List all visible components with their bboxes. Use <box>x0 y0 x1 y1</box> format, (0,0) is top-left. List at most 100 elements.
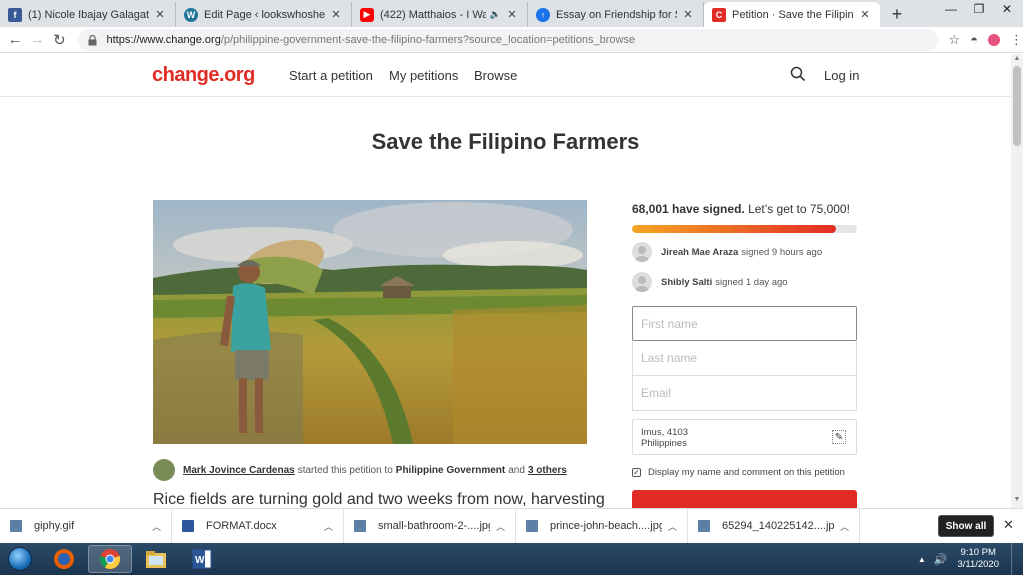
tab-wordpress[interactable]: W Edit Page ‹ lookswhoshere? — W ✕ <box>176 2 352 27</box>
download-item[interactable]: prince-john-beach....jpg ︿ <box>516 508 688 544</box>
sign-petition-button[interactable] <box>632 490 857 508</box>
toolbar-actions: ☆ ◓ ⋮ <box>948 32 1023 48</box>
new-tab-button[interactable]: + <box>886 3 908 25</box>
start-button[interactable] <box>0 543 40 575</box>
nav-start-petition[interactable]: Start a petition <box>289 68 373 83</box>
windows-orb-icon <box>8 547 32 571</box>
download-name: 65294_140225142....jpg <box>722 520 834 532</box>
restore-icon[interactable]: ❐ <box>965 0 993 18</box>
chevron-up-icon[interactable]: ︿ <box>324 520 333 533</box>
avatar <box>632 242 652 262</box>
close-icon[interactable]: ✕ <box>858 8 872 21</box>
facebook-icon: f <box>8 7 22 22</box>
clock-time: 9:10 PM <box>960 547 996 558</box>
petition-target: Philippine Government <box>395 464 506 476</box>
edit-pencil-icon[interactable]: ✎ <box>832 430 846 444</box>
petition-image <box>153 200 587 444</box>
clock-date: 3/11/2020 <box>957 559 999 570</box>
tab-petition[interactable]: C Petition · Save the Filipino Farme ✕ <box>704 2 880 27</box>
show-all-button[interactable]: Show all <box>938 515 994 537</box>
firefox-taskbar-button[interactable] <box>42 545 86 573</box>
close-icon[interactable]: ✕ <box>681 8 695 21</box>
page-scrollbar[interactable]: ▲ ▼ <box>1011 54 1023 508</box>
change-org-logo[interactable]: change.org <box>152 64 255 87</box>
email-field[interactable] <box>632 376 857 411</box>
chevron-up-icon[interactable]: ︿ <box>668 520 677 533</box>
signer-time: 1 day ago <box>745 276 788 288</box>
download-name: giphy.gif <box>34 520 75 532</box>
signer-action: signed <box>715 276 744 288</box>
url-path: /p/philippine-government-save-the-filipi… <box>220 33 636 46</box>
menu-icon[interactable]: ⋮ <box>1010 32 1023 48</box>
web-page: change.org Start a petition My petitions… <box>0 54 1011 508</box>
address-bar[interactable]: https://www.change.org/p/philippine-gove… <box>78 28 939 51</box>
back-icon[interactable]: ← <box>4 28 26 52</box>
clock[interactable]: 9:10 PM 3/11/2020 <box>957 547 999 571</box>
chevron-up-icon[interactable]: ︿ <box>840 520 849 533</box>
chevron-up-icon[interactable]: ︿ <box>152 520 161 533</box>
folder-icon <box>146 551 166 568</box>
forward-icon[interactable]: → <box>26 28 48 52</box>
chrome-taskbar-button[interactable] <box>88 545 132 573</box>
close-icon[interactable]: ✕ <box>153 8 167 21</box>
location-line2: Philippines <box>641 438 687 449</box>
tray-expand-icon[interactable]: ▲ <box>918 555 926 564</box>
upload-icon: ↑ <box>536 7 550 22</box>
display-checkbox[interactable]: ✓ <box>632 468 641 477</box>
display-name-option[interactable]: ✓ Display my name and comment on this pe… <box>632 467 857 478</box>
download-item[interactable]: small-bathroom-2-....jpg ︿ <box>344 508 516 544</box>
system-tray: ▲ 🔊 9:10 PM 3/11/2020 <box>918 543 1023 575</box>
tab-facebook[interactable]: f (1) Nicole Ibajay Galagate ✕ <box>0 2 176 27</box>
others-link[interactable]: 3 others <box>528 465 567 476</box>
login-link[interactable]: Log in <box>824 68 859 83</box>
profile-icon[interactable] <box>987 33 1000 46</box>
close-icon[interactable]: ✕ <box>505 8 519 21</box>
browser-tab-strip: f (1) Nicole Ibajay Galagate ✕ W Edit Pa… <box>0 0 1023 27</box>
tab-youtube[interactable]: ▶ (422) Matthaios - I Want Yo 🔈 ✕ <box>352 2 528 27</box>
volume-icon[interactable]: 🔊 <box>934 553 948 566</box>
browser-toolbar: ← → ↻ https://www.change.org/p/philippin… <box>0 27 1023 53</box>
close-icon[interactable]: ✕ <box>1003 517 1014 533</box>
tab-label: (1) Nicole Ibajay Galagate <box>28 8 149 21</box>
starter-name-link[interactable]: Mark Jovince Cardenas <box>183 465 295 476</box>
recent-signer: Jireah Mae Araza signed 9 hours ago <box>632 242 857 262</box>
signer-name: Jireah Mae Araza <box>661 246 739 258</box>
explorer-taskbar-button[interactable] <box>134 545 178 573</box>
search-icon[interactable] <box>790 66 806 82</box>
starter-text: started this petition to <box>297 464 393 476</box>
image-file-icon <box>10 520 22 532</box>
windows-taskbar: W ▲ 🔊 9:10 PM 3/11/2020 <box>0 543 1023 575</box>
download-name: small-bathroom-2-....jpg <box>378 520 490 532</box>
download-name: FORMAT.docx <box>206 520 277 532</box>
incognito-icon[interactable]: ◓ <box>970 32 978 47</box>
chevron-up-icon[interactable]: ︿ <box>496 520 505 533</box>
show-desktop-button[interactable] <box>1011 543 1023 575</box>
nav-my-petitions[interactable]: My petitions <box>389 68 458 83</box>
goal-text: Let’s get to 75,000! <box>748 202 850 216</box>
signer-time: 9 hours ago <box>771 246 823 258</box>
close-icon[interactable]: ✕ <box>329 8 343 21</box>
close-window-icon[interactable]: ✕ <box>993 0 1021 18</box>
progress-fill <box>632 225 837 233</box>
scroll-thumb[interactable] <box>1013 66 1021 146</box>
scroll-up-icon[interactable]: ▲ <box>1011 55 1023 65</box>
minimize-icon[interactable]: — <box>937 0 965 18</box>
signature-count: 68,001 have signed. Let’s get to 75,000! <box>632 202 857 216</box>
word-taskbar-button[interactable]: W <box>180 545 224 573</box>
location-field[interactable]: Imus, 4103 Philippines ✎ <box>632 419 857 455</box>
download-name: prince-john-beach....jpg <box>550 520 662 532</box>
reload-icon[interactable]: ↻ <box>48 28 70 52</box>
image-file-icon <box>354 520 366 532</box>
download-item[interactable]: giphy.gif ︿ <box>0 508 172 544</box>
download-item[interactable]: FORMAT.docx ︿ <box>172 508 344 544</box>
image-file-icon <box>698 520 710 532</box>
first-name-field[interactable] <box>632 306 857 341</box>
tab-essay[interactable]: ↑ Essay on Friendship for Students ✕ <box>528 2 704 27</box>
speaker-icon[interactable]: 🔈 <box>490 9 501 20</box>
word-icon: W <box>192 549 212 569</box>
scroll-down-icon[interactable]: ▼ <box>1011 496 1023 506</box>
download-item[interactable]: 65294_140225142....jpg ︿ <box>688 508 860 544</box>
nav-browse[interactable]: Browse <box>474 68 517 83</box>
star-icon[interactable]: ☆ <box>948 32 960 48</box>
last-name-field[interactable] <box>632 341 857 376</box>
